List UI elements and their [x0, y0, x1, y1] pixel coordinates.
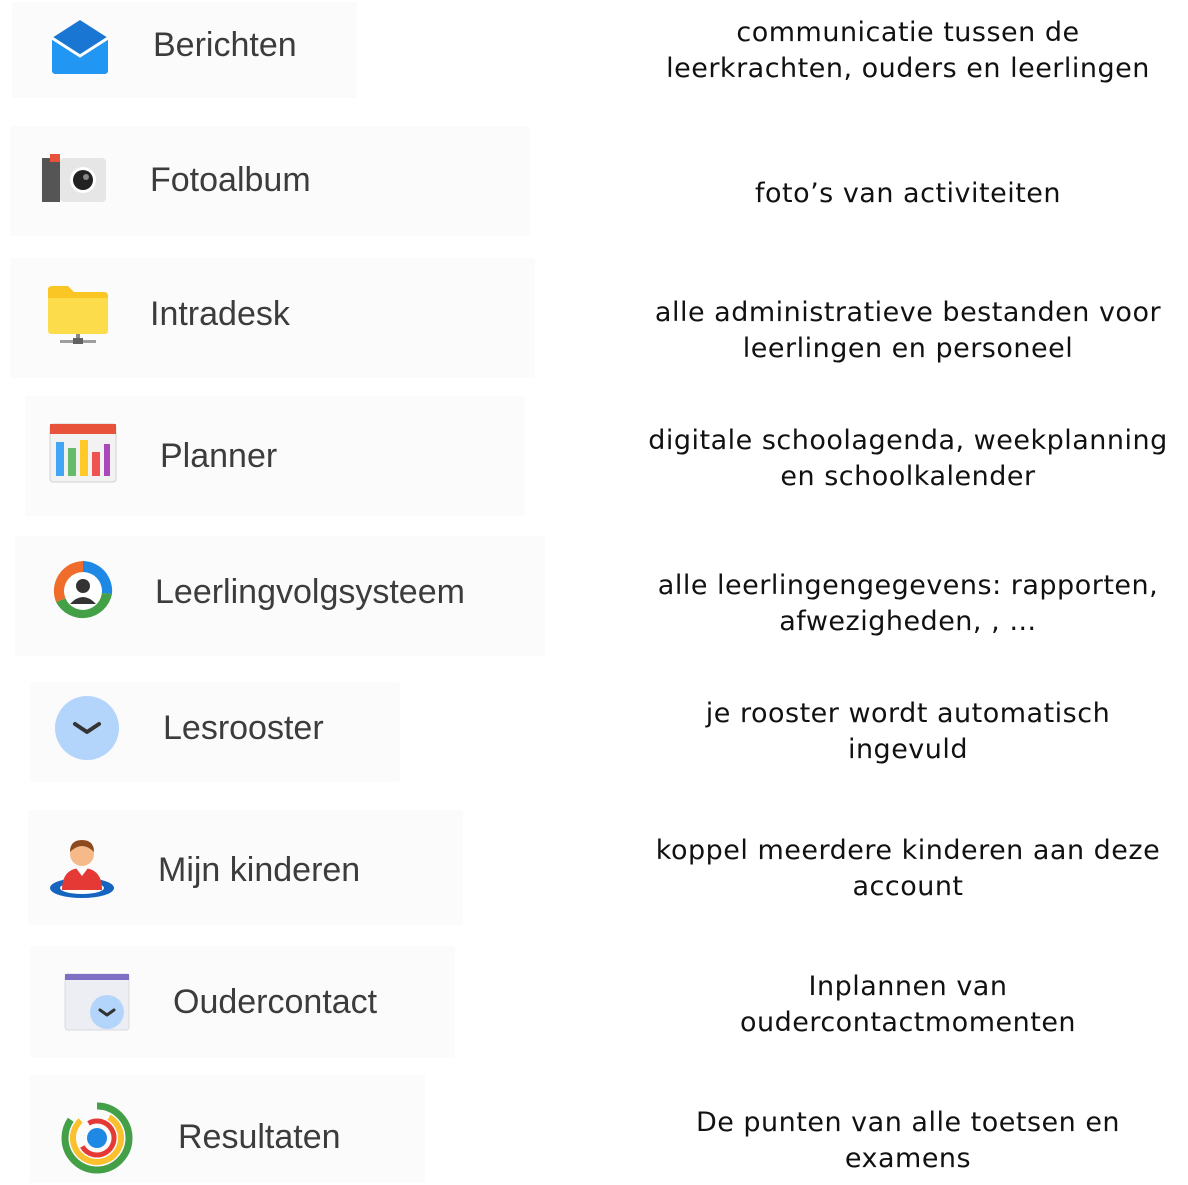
- child-profile-icon: [46, 834, 118, 902]
- planner-calendar-icon: [48, 422, 118, 484]
- calendar-clock-icon: [63, 970, 133, 1034]
- app-row-oudercontact: Oudercontact Inplannen van oudercontactm…: [0, 940, 1188, 1065]
- app-description: je rooster wordt automatisch ingevuld: [705, 698, 1111, 765]
- app-label[interactable]: Fotoalbum: [150, 160, 311, 200]
- app-description: koppel meerdere kinderen aan deze accoun…: [655, 835, 1161, 902]
- app-row-resultaten: Resultaten De punten van alle toetsen en…: [0, 1065, 1188, 1185]
- app-label[interactable]: Lesrooster: [163, 708, 324, 748]
- app-row-planner: Planner digitale schoolagenda, weekplann…: [0, 390, 1188, 530]
- app-label[interactable]: Planner: [160, 436, 277, 476]
- app-label[interactable]: Oudercontact: [173, 982, 377, 1022]
- app-description: alle administratieve bestanden voor leer…: [654, 297, 1162, 364]
- student-tracking-icon: [50, 558, 116, 624]
- app-row-lesrooster: Lesrooster je rooster wordt automatisch …: [0, 670, 1188, 800]
- app-row-intradesk: Intradesk alle administratieve bestanden…: [0, 250, 1188, 390]
- app-label[interactable]: Resultaten: [178, 1117, 341, 1157]
- app-label[interactable]: Intradesk: [150, 294, 290, 334]
- app-description: foto’s van activiteiten: [754, 178, 1062, 209]
- results-rings-icon: [60, 1101, 134, 1175]
- app-label[interactable]: Berichten: [153, 25, 297, 65]
- app-label[interactable]: Leerlingvolgsysteem: [155, 572, 465, 612]
- app-description: alle leerlingengegevens: rapporten, afwe…: [657, 570, 1159, 637]
- app-row-fotoalbum: Fotoalbum foto’s van activiteiten: [0, 120, 1188, 250]
- network-folder-icon: [46, 282, 110, 348]
- app-description: digitale schoolagenda, weekplanning en s…: [648, 425, 1168, 492]
- app-description: Inplannen van oudercontactmomenten: [739, 971, 1077, 1038]
- camera-icon: [40, 152, 110, 204]
- envelope-icon: [48, 16, 112, 76]
- app-row-leerlingvolgsysteem: Leerlingvolgsysteem alle leerlingengegev…: [0, 530, 1188, 670]
- app-row-berichten: Berichten communicatie tussen de leerkra…: [0, 0, 1188, 120]
- app-description: De punten van alle toetsen en examens: [695, 1107, 1121, 1174]
- app-description: communicatie tussen de leerkrachten, oud…: [666, 17, 1150, 84]
- app-label[interactable]: Mijn kinderen: [158, 850, 360, 890]
- clock-icon: [53, 694, 121, 762]
- app-row-mijn-kinderen: Mijn kinderen koppel meerdere kinderen a…: [0, 800, 1188, 940]
